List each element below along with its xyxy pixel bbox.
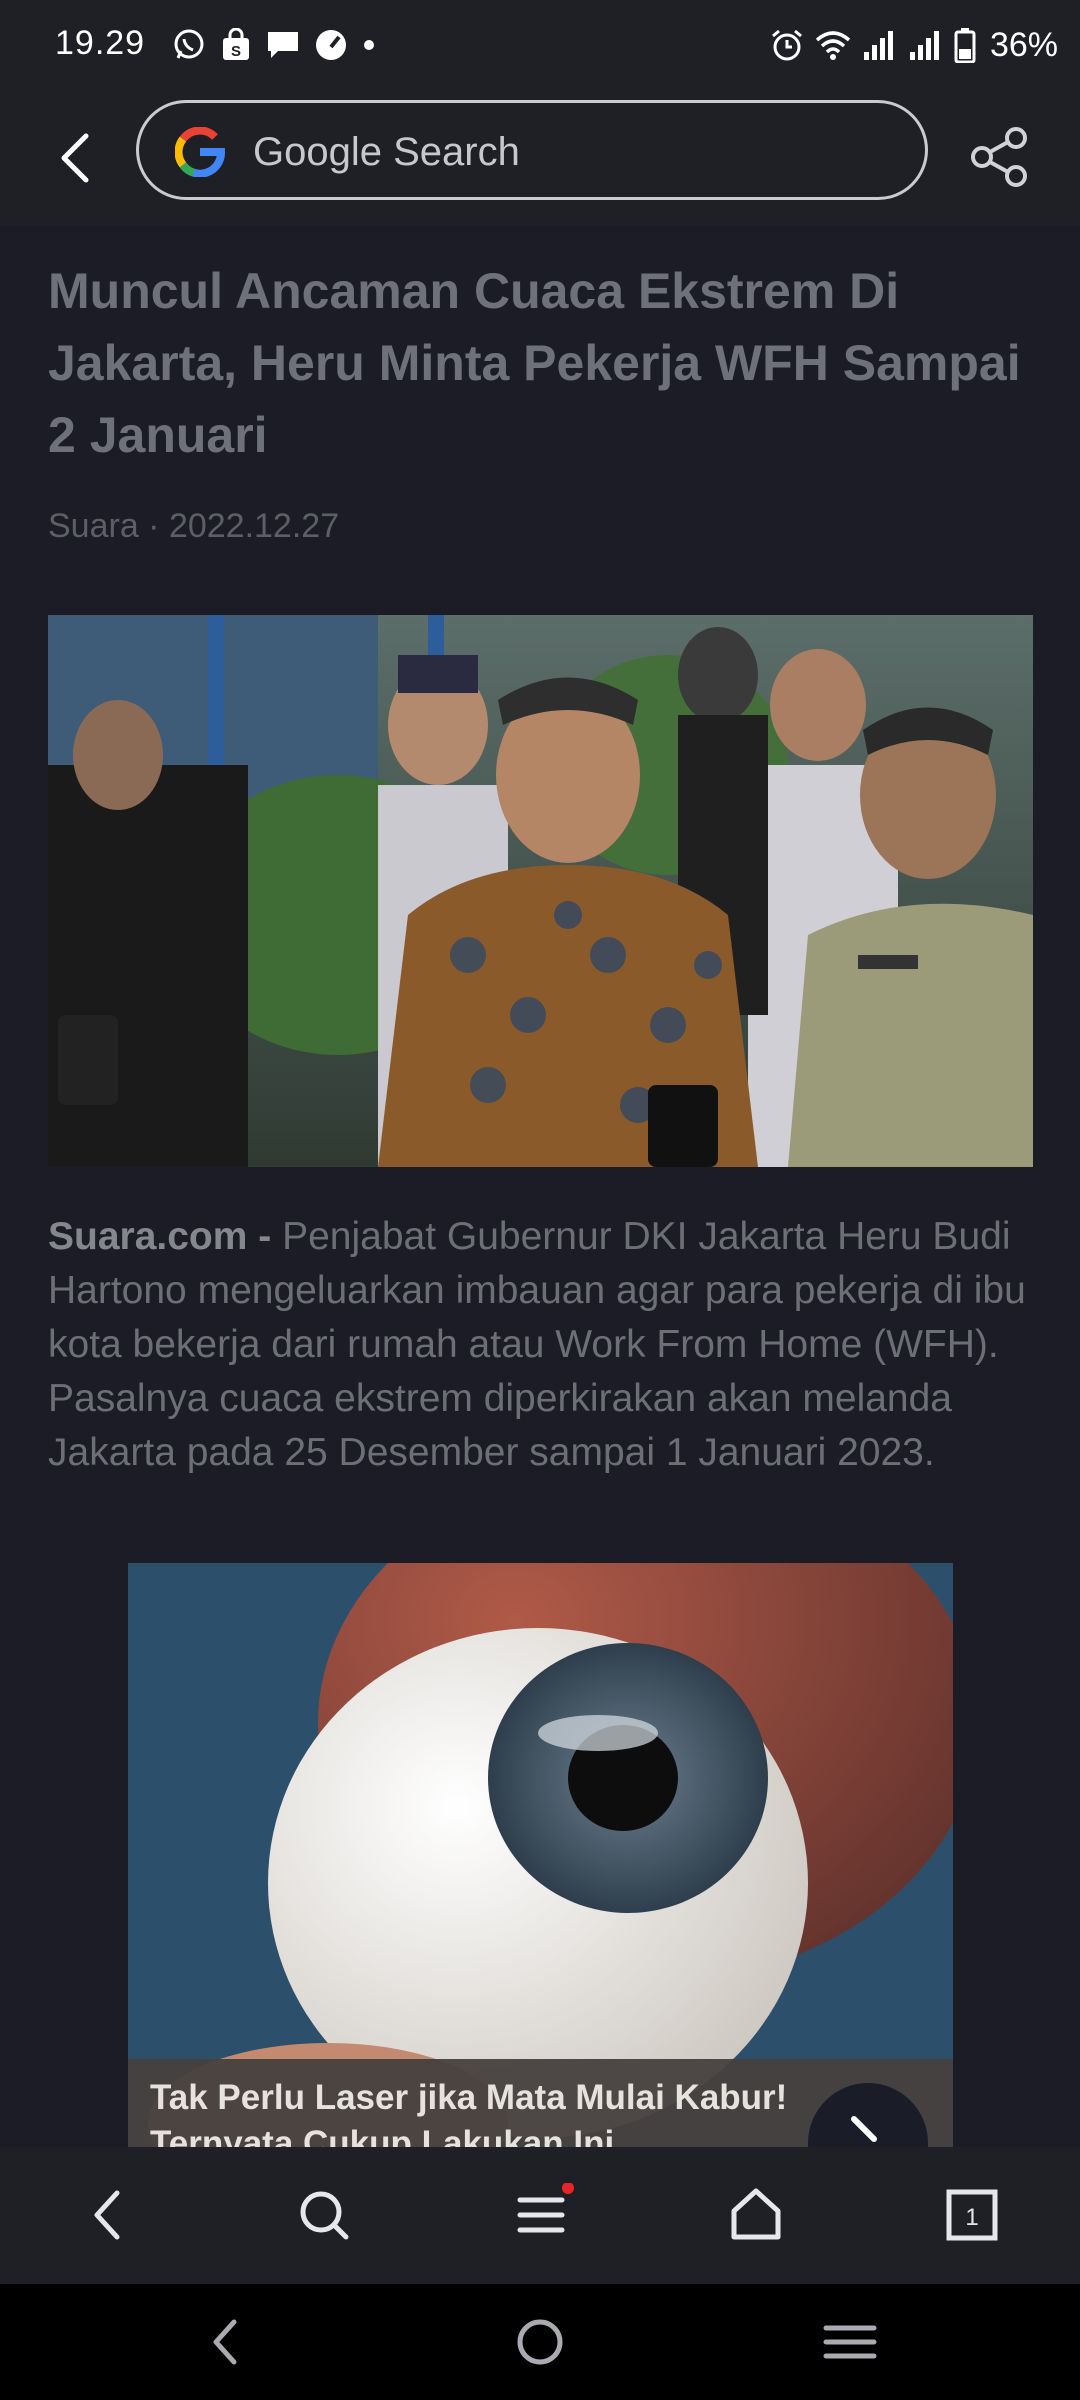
status-time: 19.29 [55,24,146,62]
menu-icon [517,2183,574,2233]
share-button[interactable] [968,125,1032,189]
back-button[interactable] [46,128,106,188]
svg-text:S: S [231,43,241,60]
wifi-icon [815,31,851,60]
tab-count: 1 [965,2204,978,2231]
signal-icon [909,31,939,60]
nav-home-button[interactable] [724,2183,788,2247]
system-back-button[interactable] [194,2310,258,2374]
nav-back-button[interactable] [77,2183,141,2247]
article-paragraph: Suara.com - Penjabat Gubernur DKI Jakart… [48,1210,1038,1480]
ad-title: Tak Perlu Laser jika Mata Mulai Kabur! T… [150,2078,788,2147]
nav-search-button[interactable] [292,2183,356,2247]
search-label: Google Search [253,130,520,174]
arrow-icon [851,2116,877,2142]
browser-toolbar: Google Search [0,90,1080,225]
signal-icon [863,31,893,60]
back-icon [94,2190,120,2240]
nav-menu-button[interactable] [510,2183,574,2247]
article-source: Suara.com - [48,1215,272,1258]
system-recents-button[interactable] [818,2310,882,2374]
dot-icon [364,40,374,50]
ad-card[interactable]: Tak Perlu Laser jika Mata Mulai Kabur! T… [128,1563,953,2147]
chevron-left-icon [61,133,89,183]
shopping-bag-icon: S [223,28,249,60]
search-icon [300,2191,349,2240]
google-logo-icon [175,127,225,177]
home-circle-icon [517,2319,563,2365]
system-home-button[interactable] [508,2310,572,2374]
nav-tabs-button[interactable]: 1 [940,2183,1004,2247]
bottom-navigation: 1 [0,2147,1080,2284]
back-icon [213,2319,237,2365]
recents-icon [823,2325,877,2359]
home-icon [731,2188,781,2240]
system-navigation-bar [0,2284,1080,2400]
search-bar[interactable]: Google Search [136,100,928,200]
tabs-icon: 1 [946,2189,998,2241]
battery-percent: 36% [989,25,1058,64]
notification-dot-icon [562,2183,574,2194]
alarm-icon [771,29,802,61]
article-content[interactable]: Muncul Ancaman Cuaca Ekstrem Di Jakarta,… [0,225,1080,2147]
notification-icons: S [172,27,376,63]
article-byline: Suara · 2022.12.27 [48,507,340,545]
article-title: Muncul Ancaman Cuaca Ekstrem Di Jakarta,… [48,263,1021,463]
article-photo [48,615,1033,1167]
message-icon [268,32,298,58]
whatsapp-icon [174,29,204,59]
share-icon [971,127,1027,187]
battery-icon [954,28,976,63]
status-bar: 19.29 S 36% [0,0,1080,90]
speed-icon [316,30,346,60]
ad-open-button[interactable] [808,2083,928,2147]
system-icons: 36% [770,26,1058,64]
